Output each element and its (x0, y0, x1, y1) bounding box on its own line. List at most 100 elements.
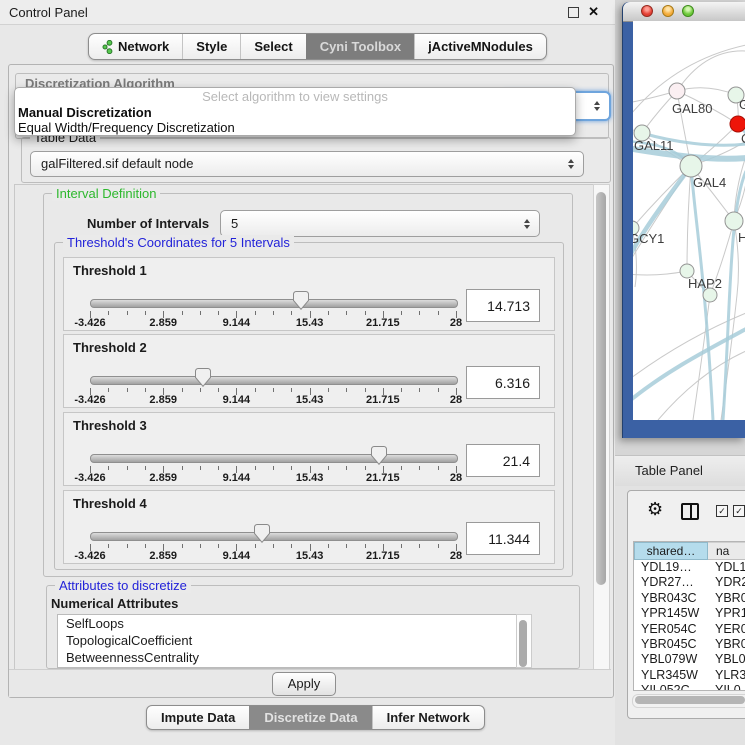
checkbox-icon[interactable]: ✓ (733, 505, 745, 517)
table-cell-name[interactable]: YER0 (708, 622, 745, 637)
table-cell-name[interactable]: YDL1 (708, 560, 745, 575)
combo-arrows-icon[interactable] (568, 159, 574, 169)
table-cell-name[interactable]: YIL0 (708, 683, 741, 690)
network-node[interactable] (730, 116, 745, 132)
table-row[interactable]: YER054CYER0 (634, 622, 745, 637)
table-data-combobox[interactable]: galFiltered.sif default node (30, 151, 584, 177)
vertical-scrollbar[interactable] (593, 184, 610, 671)
network-node[interactable] (725, 212, 743, 230)
column-header-shared-name[interactable]: shared… (634, 542, 708, 560)
combo-arrows-icon[interactable] (594, 101, 600, 111)
tab-discretize-data[interactable]: Discretize Data (249, 706, 371, 729)
tab-network[interactable]: Network (89, 34, 182, 59)
network-canvas[interactable]: GAL80GACGAL11GAL4GCY1HHAP2 (633, 21, 745, 420)
threshold-slider-track[interactable] (90, 454, 458, 463)
table-cell-shared-name[interactable]: YDR27… (634, 575, 708, 590)
tick-mark (328, 466, 329, 470)
attribute-list-item[interactable]: SelfLoops (58, 615, 516, 632)
network-node-label: HAP2 (688, 276, 722, 291)
minimize-traffic-light-icon[interactable] (662, 5, 674, 17)
dropdown-option-equal-width-frequency[interactable]: Equal Width/Frequency Discretization (15, 120, 575, 135)
table-row[interactable]: YIL052CYIL0 (634, 683, 745, 690)
threshold-slider-thumb[interactable] (195, 368, 211, 387)
gear-icon[interactable]: ⚙ (647, 500, 663, 518)
column-header-name[interactable]: na (708, 542, 745, 560)
table-cell-name[interactable]: YBR0 (708, 591, 745, 606)
table-cell-shared-name[interactable]: YER054C (634, 622, 708, 637)
tab-cyni-toolbox[interactable]: Cyni Toolbox (306, 34, 414, 59)
threshold-value-field[interactable]: 6.316 (466, 366, 540, 399)
network-edge[interactable] (677, 88, 736, 95)
threshold-slider-thumb[interactable] (371, 446, 387, 465)
apply-button[interactable]: Apply (272, 672, 336, 696)
threshold-value-field[interactable]: 11.344 (466, 522, 540, 555)
table-row[interactable]: YPR145WYPR1 (634, 606, 745, 621)
tick-label: 28 (450, 394, 462, 406)
attributes-list-scrollbar[interactable] (516, 614, 532, 668)
table-row[interactable]: YBR045CYBR0 (634, 637, 745, 652)
table-cell-shared-name[interactable]: YBL079W (634, 652, 708, 667)
close-traffic-light-icon[interactable] (641, 5, 653, 17)
combo-arrows-icon[interactable] (524, 219, 530, 229)
threshold-slider-thumb[interactable] (293, 291, 309, 310)
network-window-titlebar[interactable] (623, 2, 745, 22)
table-cell-shared-name[interactable]: YDL19… (634, 560, 708, 575)
numerical-attributes-list[interactable]: SelfLoopsTopologicalCoefficientBetweenne… (57, 614, 517, 668)
table-cell-name[interactable]: YDR2 (708, 575, 745, 590)
table-cell-name[interactable]: YLR3 (708, 668, 745, 683)
table-cell-shared-name[interactable]: YBR045C (634, 637, 708, 652)
threshold-value-field[interactable]: 21.4 (466, 444, 540, 477)
table-cell-name[interactable]: YBR0 (708, 637, 745, 652)
close-icon[interactable]: ✕ (588, 4, 599, 20)
tick-mark (182, 388, 183, 392)
table-cell-shared-name[interactable]: YIL052C (634, 683, 708, 690)
threshold-slider-track[interactable] (90, 532, 458, 541)
checkbox-icon[interactable]: ✓ (716, 505, 728, 517)
vertical-scrollbar-thumb[interactable] (596, 192, 606, 585)
network-node[interactable] (669, 83, 685, 99)
table-rows-container: YDL19…YDL1YDR27…YDR2YBR043CYBR0YPR145WYP… (634, 560, 745, 690)
horizontal-scrollbar[interactable] (632, 694, 745, 708)
table-cell-shared-name[interactable]: YLR345W (634, 668, 708, 683)
table-row[interactable]: YDR27…YDR2 (634, 575, 745, 590)
table-row[interactable]: YDL19…YDL1 (634, 560, 745, 575)
horizontal-scrollbar-thumb[interactable] (635, 696, 745, 704)
zoom-traffic-light-icon[interactable] (682, 5, 694, 17)
table-cell-shared-name[interactable]: YBR043C (634, 591, 708, 606)
dropdown-placeholder-item: Select algorithm to view settings (15, 88, 575, 105)
threshold-value-field[interactable]: 14.713 (466, 289, 540, 322)
network-edge[interactable] (687, 166, 691, 271)
network-edge-highlighted[interactable] (633, 166, 691, 261)
tab-select[interactable]: Select (240, 34, 305, 59)
attributes-list-scrollbar-thumb[interactable] (519, 620, 527, 667)
table-cell-shared-name[interactable]: YPR145W (634, 606, 708, 621)
dropdown-option-manual-discretization[interactable]: Manual Discretization (15, 105, 575, 120)
threshold-slider-thumb[interactable] (254, 524, 270, 543)
tab-jactivemnodules[interactable]: jActiveMNodules (414, 34, 546, 59)
tick-label: 15.43 (296, 550, 324, 562)
tab-impute-data[interactable]: Impute Data (147, 706, 249, 729)
network-canvas-svg[interactable]: GAL80GACGAL11GAL4GCY1HHAP2 (633, 21, 745, 420)
table-cell-name[interactable]: YPR1 (708, 606, 745, 621)
table-row[interactable]: YBR043CYBR0 (634, 591, 745, 606)
network-node[interactable] (680, 155, 702, 177)
table-cell-name[interactable]: YBL0 (708, 652, 745, 667)
attribute-list-item[interactable]: TopologicalCoefficient (58, 632, 516, 649)
attribute-list-item[interactable]: BetweennessCentrality (58, 649, 516, 666)
network-edge-highlighted[interactable] (723, 171, 745, 420)
table-row[interactable]: YBL079WYBL0 (634, 652, 745, 667)
threshold-slider-track[interactable] (90, 299, 458, 308)
table-row[interactable]: YLR345WYLR3 (634, 668, 745, 683)
float-window-icon[interactable] (568, 7, 579, 18)
tick-mark (218, 311, 219, 315)
number-of-intervals-combobox[interactable]: 5 (220, 210, 540, 237)
threshold-slider-track[interactable] (90, 376, 458, 385)
columns-icon[interactable] (681, 503, 699, 520)
network-edge[interactable] (677, 51, 745, 91)
tab-infer-network[interactable]: Infer Network (372, 706, 484, 729)
tab-label: Style (196, 34, 227, 59)
tick-label: 21.715 (366, 550, 400, 562)
network-edge[interactable] (633, 271, 687, 275)
tick-mark (419, 388, 420, 392)
tab-style[interactable]: Style (182, 34, 240, 59)
